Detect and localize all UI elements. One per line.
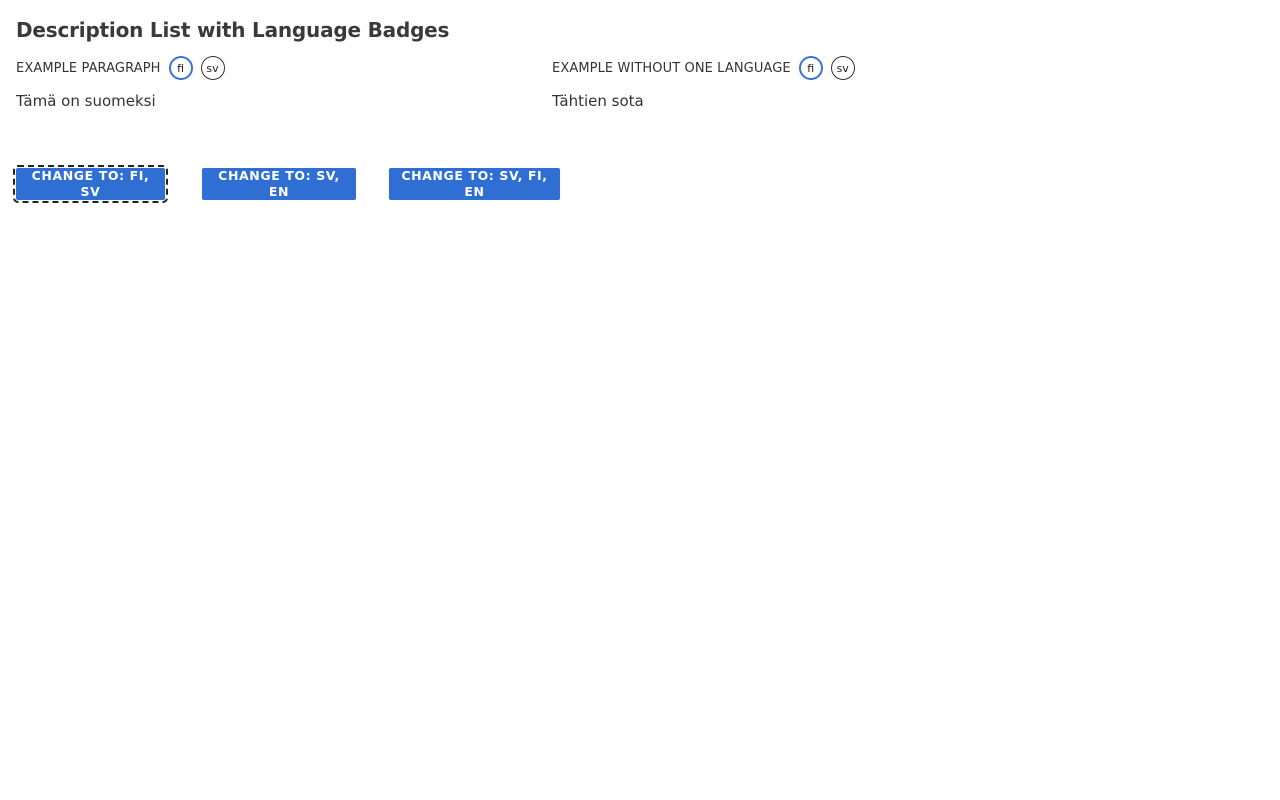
language-badge-fi[interactable]: fi <box>798 56 823 80</box>
language-badge-sv[interactable]: sv <box>830 56 855 80</box>
description-item-example-paragraph: EXAMPLE PARAGRAPH fi sv Tämä on suomeksi <box>16 56 233 110</box>
language-badge-fi[interactable]: fi <box>168 56 193 80</box>
description-term-row: EXAMPLE WITHOUT ONE LANGUAGE fi sv <box>552 56 863 80</box>
description-text: Tähtien sota <box>552 92 644 110</box>
description-term: EXAMPLE PARAGRAPH <box>16 60 161 76</box>
description-item-example-without-one-language: EXAMPLE WITHOUT ONE LANGUAGE fi sv Tähti… <box>552 56 863 110</box>
change-to-fi-sv-button[interactable]: CHANGE TO: FI, SV <box>13 165 168 203</box>
description-text: Tämä on suomeksi <box>16 92 156 110</box>
change-to-sv-en-button[interactable]: CHANGE TO: SV, EN <box>202 168 356 200</box>
description-term: EXAMPLE WITHOUT ONE LANGUAGE <box>552 60 791 76</box>
description-term-row: EXAMPLE PARAGRAPH fi sv <box>16 56 233 80</box>
language-badge-sv[interactable]: sv <box>200 56 225 80</box>
page-title: Description List with Language Badges <box>16 18 450 42</box>
change-to-sv-fi-en-button[interactable]: CHANGE TO: SV, FI, EN <box>389 168 560 200</box>
page: Description List with Language Badges EX… <box>0 0 1280 800</box>
